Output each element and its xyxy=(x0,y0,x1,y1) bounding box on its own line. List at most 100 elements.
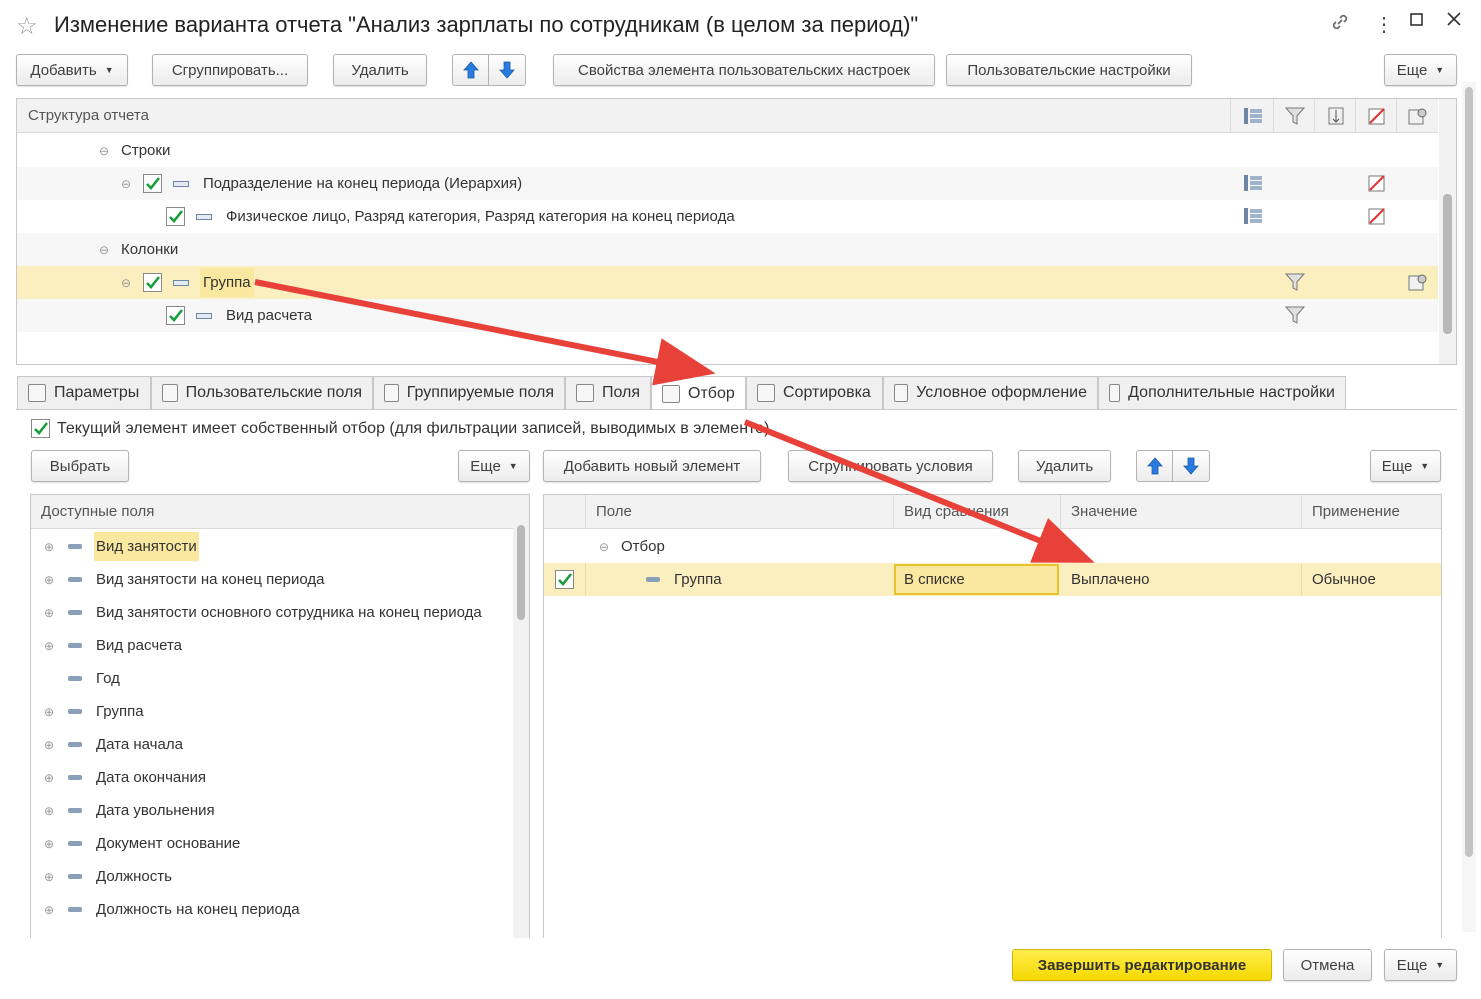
tab-fields[interactable]: Поля xyxy=(565,376,651,409)
tab-conditional-format[interactable]: Условное оформление xyxy=(883,376,1098,409)
filter-icon[interactable] xyxy=(1284,306,1306,328)
available-field-item[interactable]: Год xyxy=(31,662,513,695)
move-up-button[interactable] xyxy=(452,54,489,86)
fields-icon[interactable] xyxy=(1243,207,1263,229)
collapse-icon[interactable]: ⊖ xyxy=(599,540,609,554)
select-button[interactable]: Выбрать xyxy=(31,450,129,482)
column-value[interactable]: Значение xyxy=(1071,503,1138,520)
footer-more-button[interactable]: Еще ▼ xyxy=(1384,949,1457,981)
left-more-button[interactable]: Еще ▼ xyxy=(458,450,530,482)
expand-icon[interactable]: ⊕ xyxy=(44,705,54,719)
comparison-cell[interactable]: В списке xyxy=(894,564,1059,595)
fields-scrollbar[interactable] xyxy=(513,495,529,941)
conditional-format-icon[interactable] xyxy=(1367,174,1387,196)
available-field-item[interactable]: ⊕ Дата начала xyxy=(31,728,513,761)
structure-row-department[interactable]: ⊖ Подразделение на конец периода (Иерарх… xyxy=(17,167,1438,200)
maximize-icon[interactable] xyxy=(1408,10,1426,34)
filter-item-value[interactable]: Выплачено xyxy=(1071,571,1149,588)
filter-item-row[interactable]: Группа В списке Выплачено Обычное xyxy=(544,563,1441,596)
collapse-icon[interactable]: ⊖ xyxy=(99,144,109,158)
tab-grouping-fields[interactable]: Группируемые поля xyxy=(373,376,565,409)
available-field-item[interactable]: ⊕ Вид расчета xyxy=(31,629,513,662)
row-checkbox[interactable] xyxy=(143,273,162,292)
more-button[interactable]: Еще ▼ xyxy=(1384,54,1457,86)
cancel-button[interactable]: Отмена xyxy=(1283,949,1372,981)
field-icon xyxy=(68,643,82,648)
link-icon[interactable] xyxy=(1330,12,1350,38)
arrow-down-icon xyxy=(1183,457,1199,475)
window-scrollbar[interactable] xyxy=(1462,82,1476,932)
tab-sorting[interactable]: Сортировка xyxy=(746,376,883,409)
add-button[interactable]: Добавить ▼ xyxy=(16,54,128,86)
expand-icon[interactable]: ⊕ xyxy=(44,837,54,851)
available-field-item[interactable]: ⊕ Дата увольнения xyxy=(31,794,513,827)
more-vert-icon[interactable]: ⋮ xyxy=(1374,12,1394,37)
structure-scrollbar[interactable] xyxy=(1439,99,1456,364)
filter-delete-button[interactable]: Удалить xyxy=(1018,450,1111,482)
expand-icon[interactable]: ⊕ xyxy=(44,639,54,653)
user-settings-button[interactable]: Пользовательские настройки xyxy=(946,54,1192,86)
collapse-icon[interactable]: ⊖ xyxy=(121,276,131,290)
filter-group-row[interactable]: ⊖ Отбор xyxy=(544,530,1441,563)
element-properties-button[interactable]: Свойства элемента пользовательских настр… xyxy=(553,54,935,86)
expand-icon[interactable]: ⊕ xyxy=(44,903,54,917)
row-checkbox[interactable] xyxy=(166,306,185,325)
group-button[interactable]: Сгруппировать... xyxy=(152,54,308,86)
expand-icon[interactable]: ⊕ xyxy=(44,606,54,620)
structure-row-calc-type[interactable]: Вид расчета xyxy=(17,299,1438,332)
expand-icon[interactable]: ⊕ xyxy=(44,573,54,587)
extra-settings-column-icon[interactable] xyxy=(1408,107,1428,129)
add-new-element-button[interactable]: Добавить новый элемент xyxy=(543,450,761,482)
expand-icon[interactable]: ⊕ xyxy=(44,804,54,818)
column-usage[interactable]: Применение xyxy=(1312,503,1400,520)
filter-icon[interactable] xyxy=(1284,273,1306,295)
move-down-button[interactable] xyxy=(489,54,526,86)
column-field[interactable]: Поле xyxy=(596,503,632,520)
row-checkbox[interactable] xyxy=(166,207,185,226)
own-filter-checkbox[interactable] xyxy=(31,419,50,438)
filter-move-up-button[interactable] xyxy=(1136,450,1173,482)
available-field-item[interactable]: ⊕ Должность xyxy=(31,860,513,893)
delete-button[interactable]: Удалить xyxy=(333,54,427,86)
available-field-item[interactable]: ⊕ Вид занятости основного сотрудника на к… xyxy=(31,596,513,629)
column-comparison[interactable]: Вид сравнения xyxy=(904,503,1009,520)
expand-icon[interactable]: ⊕ xyxy=(44,540,54,554)
available-field-item[interactable]: ⊕ Группа xyxy=(31,695,513,728)
tab-parameters[interactable]: Параметры xyxy=(17,376,151,409)
tab-user-fields[interactable]: Пользовательские поля xyxy=(151,376,373,409)
filter-item-checkbox[interactable] xyxy=(555,570,574,589)
available-field-item[interactable]: ⊕ Должность на конец периода xyxy=(31,893,513,926)
filter-move-down-button[interactable] xyxy=(1173,450,1210,482)
grouping-fields-icon xyxy=(384,384,399,402)
available-field-item[interactable]: ⊕ Вид занятости на конец периода xyxy=(31,563,513,596)
fields-column-icon[interactable] xyxy=(1243,107,1263,129)
structure-row-group[interactable]: ⊖ Группа xyxy=(17,266,1438,299)
filter-item-usage[interactable]: Обычное xyxy=(1312,571,1376,588)
conditional-format-icon[interactable] xyxy=(1367,207,1387,229)
collapse-icon[interactable]: ⊖ xyxy=(99,243,109,257)
available-field-item[interactable]: ⊕ Дата окончания xyxy=(31,761,513,794)
structure-row-person[interactable]: Физическое лицо, Разряд категория, Разря… xyxy=(17,200,1438,233)
extra-settings-icon[interactable] xyxy=(1408,273,1428,295)
filter-more-button[interactable]: Еще ▼ xyxy=(1370,450,1441,482)
tab-extra-settings[interactable]: Дополнительные настройки xyxy=(1098,376,1346,409)
group-conditions-button[interactable]: Сгруппировать условия xyxy=(788,450,993,482)
conditional-format-column-icon[interactable] xyxy=(1367,107,1387,129)
available-field-item[interactable]: ⊕ Документ основание xyxy=(31,827,513,860)
expand-icon[interactable]: ⊕ xyxy=(44,738,54,752)
expand-icon[interactable]: ⊕ xyxy=(44,870,54,884)
collapse-icon[interactable]: ⊖ xyxy=(121,177,131,191)
fields-icon[interactable] xyxy=(1243,174,1263,196)
structure-row-rows[interactable]: ⊖ Строки xyxy=(17,134,1438,167)
structure-row-columns[interactable]: ⊖ Колонки xyxy=(17,233,1438,266)
favorite-star-icon[interactable]: ☆ xyxy=(16,12,38,41)
finish-editing-button[interactable]: Завершить редактирование xyxy=(1012,949,1272,981)
expand-icon[interactable]: ⊕ xyxy=(44,771,54,785)
available-field-label: Год xyxy=(96,670,120,687)
close-icon[interactable] xyxy=(1445,10,1463,34)
filter-column-icon[interactable] xyxy=(1284,107,1306,129)
tab-filter[interactable]: Отбор xyxy=(651,376,746,410)
available-field-item[interactable]: ⊕ Вид занятости xyxy=(31,530,513,563)
sort-column-icon[interactable] xyxy=(1326,107,1346,129)
row-checkbox[interactable] xyxy=(143,174,162,193)
